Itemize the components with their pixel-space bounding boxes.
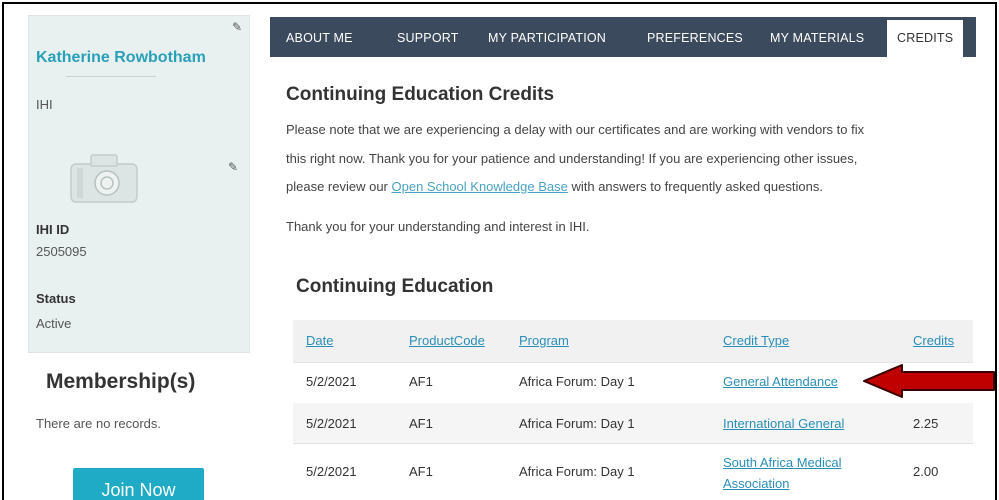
column-header-product-code[interactable]: ProductCode: [409, 333, 485, 348]
profile-name: Katherine Rowbotham: [36, 49, 206, 66]
cell-credit-type-link[interactable]: South Africa Medical: [723, 455, 842, 470]
column-header-program[interactable]: Program: [519, 333, 569, 348]
edit-photo-pencil-icon[interactable]: ✎: [228, 160, 238, 174]
cell-product-code: AF1: [409, 374, 433, 389]
annotation-arrow-icon: [863, 364, 995, 398]
cell-credits: 2.25: [913, 416, 939, 431]
column-header-credits[interactable]: Credits: [913, 333, 954, 348]
cell-credit-type-link-line-2[interactable]: Association: [723, 476, 789, 491]
join-now-button[interactable]: Join Now: [73, 468, 204, 500]
cell-credit-type-link[interactable]: International General: [723, 416, 844, 431]
cell-date: 5/2/2021: [306, 374, 357, 389]
profile-nav-bar: ABOUT ME SUPPORT MY PARTICIPATION PREFER…: [270, 17, 976, 57]
tab-my-materials[interactable]: MY MATERIALS: [770, 17, 864, 57]
membership-title: Membership(s): [46, 370, 196, 393]
tab-preferences[interactable]: PREFERENCES: [647, 17, 743, 57]
cell-date: 5/2/2021: [306, 464, 357, 479]
column-header-date[interactable]: Date: [306, 333, 333, 348]
cell-credit-type-link[interactable]: General Attendance: [723, 374, 838, 389]
name-divider: [66, 76, 156, 77]
edit-name-pencil-icon[interactable]: ✎: [232, 20, 242, 34]
column-header-credit-type[interactable]: Credit Type: [723, 333, 789, 348]
cell-date: 5/2/2021: [306, 416, 357, 431]
id-value: 2505095: [36, 244, 87, 259]
thanks-text: Thank you for your understanding and int…: [286, 219, 590, 234]
cell-program: Africa Forum: Day 1: [519, 464, 635, 479]
cell-credits: 2.00: [913, 464, 939, 479]
cell-product-code: AF1: [409, 416, 433, 431]
profile-organization: IHI: [36, 97, 53, 112]
cell-product-code: AF1: [409, 464, 433, 479]
notice-line-1: Please note that we are experiencing a d…: [286, 122, 865, 137]
tab-support[interactable]: SUPPORT: [397, 17, 459, 57]
notice-line-3: please review our Open School Knowledge …: [286, 179, 823, 194]
row-divider: [293, 443, 973, 444]
notice-line-3-end: with answers to frequently asked questio…: [567, 179, 823, 194]
section-title: Continuing Education: [296, 276, 494, 297]
notice-line-3-start: please review our: [286, 179, 392, 194]
table-header: [293, 320, 973, 362]
status-label: Status: [36, 291, 76, 306]
page-title: Continuing Education Credits: [286, 84, 555, 105]
row-divider: [293, 362, 973, 363]
notice-line-2: this right now. Thank you for your patie…: [286, 151, 858, 166]
cell-program: Africa Forum: Day 1: [519, 374, 635, 389]
knowledge-base-link[interactable]: Open School Knowledge Base: [392, 179, 568, 194]
tab-my-participation[interactable]: MY PARTICIPATION: [488, 17, 606, 57]
tab-credits[interactable]: CREDITS: [887, 20, 964, 57]
tab-about-me[interactable]: ABOUT ME: [286, 17, 353, 57]
membership-empty-text: There are no records.: [36, 416, 162, 431]
id-label: IHI ID: [36, 222, 70, 237]
status-value: Active: [36, 316, 72, 331]
camera-placeholder-icon[interactable]: [69, 152, 139, 204]
cell-program: Africa Forum: Day 1: [519, 416, 635, 431]
